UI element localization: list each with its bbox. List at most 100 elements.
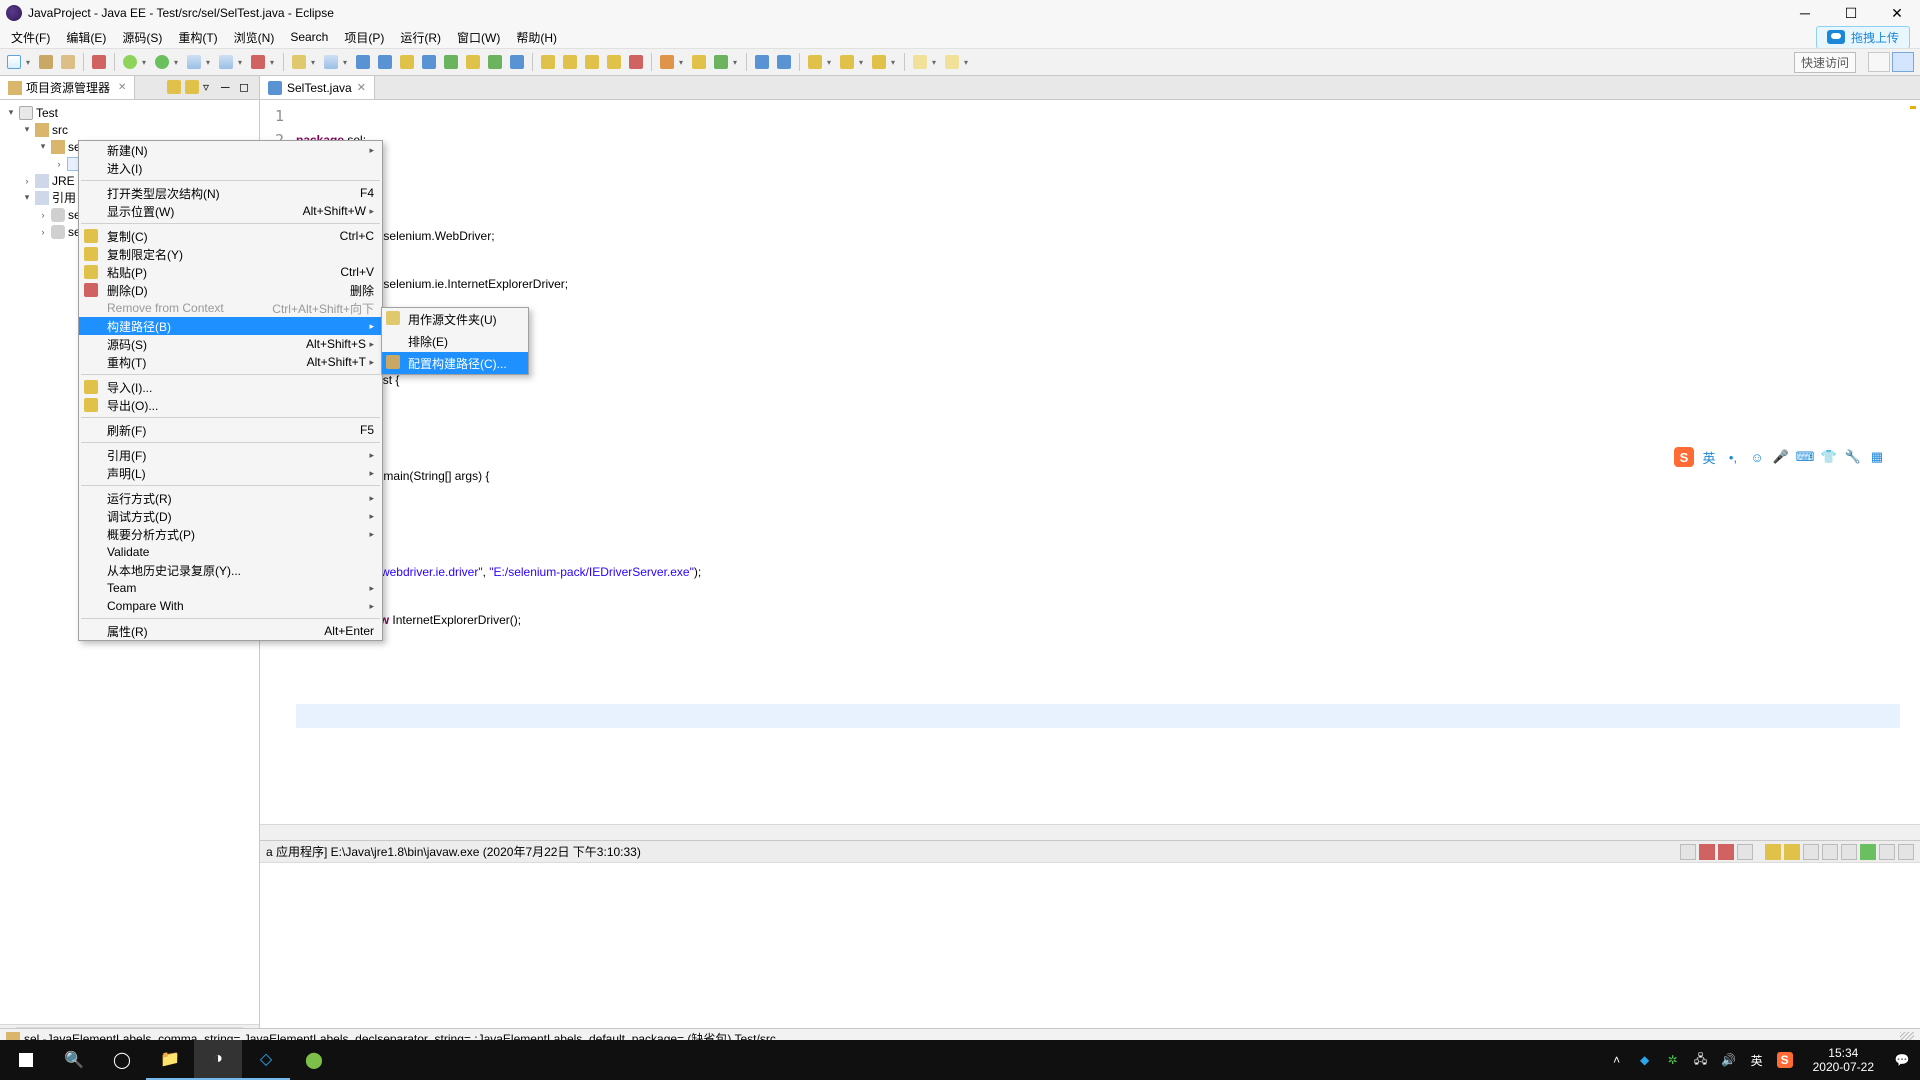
menu-file[interactable]: 文件(F) — [4, 27, 57, 48]
minimize-view-icon[interactable]: ─ — [221, 80, 237, 96]
ctx-run-as[interactable]: 运行方式(R)▸ — [79, 489, 382, 507]
ime-voice-icon[interactable]: 🎤 — [1772, 448, 1790, 466]
file-explorer-button[interactable]: 📁 — [146, 1040, 194, 1080]
tb-search[interactable] — [657, 52, 677, 72]
sogou-ime-icon[interactable]: S — [1674, 447, 1694, 467]
baidu-netdisk-button[interactable]: ◇ — [242, 1040, 290, 1080]
console-pin-icon[interactable] — [1784, 844, 1800, 860]
view-menu-icon[interactable]: ▿ — [203, 80, 219, 96]
ctx-source[interactable]: 源码(S)Alt+Shift+S▸ — [79, 335, 382, 353]
tb-b3[interactable] — [419, 52, 439, 72]
ctx-references[interactable]: 引用(F)▸ — [79, 446, 382, 464]
browser-button[interactable]: ⬤ — [290, 1040, 338, 1080]
ctx-open-type-hierarchy[interactable]: 打开类型层次结构(N)F4 — [79, 184, 382, 202]
tray-wechat-icon[interactable]: ✲ — [1665, 1052, 1681, 1068]
tb-b4[interactable] — [441, 52, 461, 72]
ctx-show-in[interactable]: 显示位置(W)Alt+Shift+W▸ — [79, 202, 382, 220]
start-button[interactable] — [2, 1040, 50, 1080]
tb-wand[interactable] — [689, 52, 709, 72]
menu-navigate[interactable]: 浏览(N) — [227, 27, 282, 48]
ctx-validate[interactable]: Validate — [79, 543, 382, 561]
tree-src[interactable]: src — [52, 123, 68, 137]
console-min-icon[interactable] — [1879, 844, 1895, 860]
console-terminate-all-icon[interactable] — [1718, 844, 1734, 860]
ime-lang-label[interactable]: 英 — [1700, 448, 1718, 466]
ctx-import[interactable]: 导入(I)... — [79, 378, 382, 396]
tree-jre[interactable]: JRE — [52, 174, 75, 188]
console-scroll-lock-icon[interactable] — [1765, 844, 1781, 860]
menu-project[interactable]: 项目(P) — [337, 27, 391, 48]
tb-b5[interactable] — [463, 52, 483, 72]
console-display-icon[interactable] — [1803, 844, 1819, 860]
cloud-upload-button[interactable]: 拖拽上传 — [1816, 26, 1910, 49]
tb-b2[interactable] — [397, 52, 417, 72]
ctx-delete[interactable]: 删除(D)删除 — [79, 281, 382, 299]
menu-refactor[interactable]: 重构(T) — [171, 27, 224, 48]
tb-fwd[interactable] — [942, 52, 962, 72]
tb-saveall[interactable] — [58, 52, 78, 72]
tree-project[interactable]: Test — [36, 106, 58, 120]
tb-server[interactable] — [216, 52, 236, 72]
tray-expand-icon[interactable]: ˄ — [1609, 1052, 1625, 1068]
tb-step3[interactable] — [582, 52, 602, 72]
ctx-paste[interactable]: 粘贴(P)Ctrl+V — [79, 263, 382, 281]
tb-skip[interactable] — [774, 52, 794, 72]
console-terminate-icon[interactable] — [1699, 844, 1715, 860]
tb-run[interactable] — [152, 52, 172, 72]
tb-newpkg[interactable] — [289, 52, 309, 72]
menu-edit[interactable]: 编辑(E) — [59, 27, 113, 48]
tb-new[interactable] — [4, 52, 24, 72]
tb-newsrv[interactable] — [321, 52, 341, 72]
link-editor-icon[interactable] — [167, 80, 183, 96]
tb-save[interactable] — [36, 52, 56, 72]
editor-tab-seltest[interactable]: SelTest.java ✕ — [260, 75, 375, 99]
console-clear-icon[interactable] — [1680, 844, 1696, 860]
tray-clock[interactable]: 15:34 2020-07-22 — [1805, 1046, 1882, 1074]
editor-hscroll[interactable] — [260, 824, 1920, 840]
collapse-all-icon[interactable] — [185, 80, 201, 96]
tb-back[interactable] — [910, 52, 930, 72]
tb-step4[interactable] — [604, 52, 624, 72]
console-remove-icon[interactable] — [1737, 844, 1753, 860]
menu-source[interactable]: 源码(S) — [115, 27, 169, 48]
tb-step1[interactable] — [538, 52, 558, 72]
tb-step2[interactable] — [560, 52, 580, 72]
menu-window[interactable]: 窗口(W) — [450, 27, 507, 48]
tb-annotate[interactable] — [805, 52, 825, 72]
ctx-compare-with[interactable]: Compare With▸ — [79, 597, 382, 615]
sub-exclude[interactable]: 排除(E) — [382, 330, 528, 352]
ime-toolbox-icon[interactable]: 🔧 — [1844, 448, 1862, 466]
project-explorer-tab[interactable]: 项目资源管理器 ✕ — [0, 76, 135, 99]
ctx-refresh[interactable]: 刷新(F)F5 — [79, 421, 382, 439]
eclipse-taskbar-button[interactable]: ◑ — [194, 1040, 242, 1080]
tb-stop[interactable] — [89, 52, 109, 72]
sub-configure-build-path[interactable]: 配置构建路径(C)... — [382, 352, 528, 374]
ctx-properties[interactable]: 属性(R)Alt+Enter — [79, 622, 382, 640]
tray-network-icon[interactable]: 🖧 — [1693, 1052, 1709, 1068]
menu-search[interactable]: Search — [283, 28, 335, 46]
ctx-new[interactable]: 新建(N)▸ — [79, 141, 382, 159]
tray-ime-lang[interactable]: 英 — [1749, 1052, 1765, 1068]
menu-help[interactable]: 帮助(H) — [509, 27, 564, 48]
ctx-copy-qualified[interactable]: 复制限定名(Y) — [79, 245, 382, 263]
ctx-restore-local[interactable]: 从本地历史记录复原(Y)... — [79, 561, 382, 579]
tree-refs[interactable]: 引用 — [52, 189, 76, 206]
ime-skin-icon[interactable]: 👕 — [1820, 448, 1838, 466]
tray-sogou-icon[interactable]: S — [1777, 1052, 1793, 1068]
tb-bp[interactable] — [752, 52, 772, 72]
tb-b6[interactable] — [485, 52, 505, 72]
console-new-icon[interactable] — [1860, 844, 1876, 860]
tb-ann2[interactable] — [837, 52, 857, 72]
close-button[interactable]: ✕ — [1874, 0, 1920, 26]
quick-access[interactable]: 快速访问 — [1794, 52, 1856, 73]
tray-app1-icon[interactable]: ◆ — [1637, 1052, 1653, 1068]
close-icon[interactable]: ✕ — [118, 82, 126, 93]
ime-punct-icon[interactable]: •, — [1724, 448, 1742, 466]
persp-open[interactable] — [1868, 52, 1890, 72]
ctx-debug-as[interactable]: 调试方式(D)▸ — [79, 507, 382, 525]
console-open-icon[interactable] — [1841, 844, 1857, 860]
ctx-build-path[interactable]: 构建路径(B)▸ — [79, 317, 382, 335]
maximize-view-icon[interactable]: ◻ — [239, 80, 255, 96]
tb-b7[interactable] — [507, 52, 527, 72]
ctx-copy[interactable]: 复制(C)Ctrl+C — [79, 227, 382, 245]
